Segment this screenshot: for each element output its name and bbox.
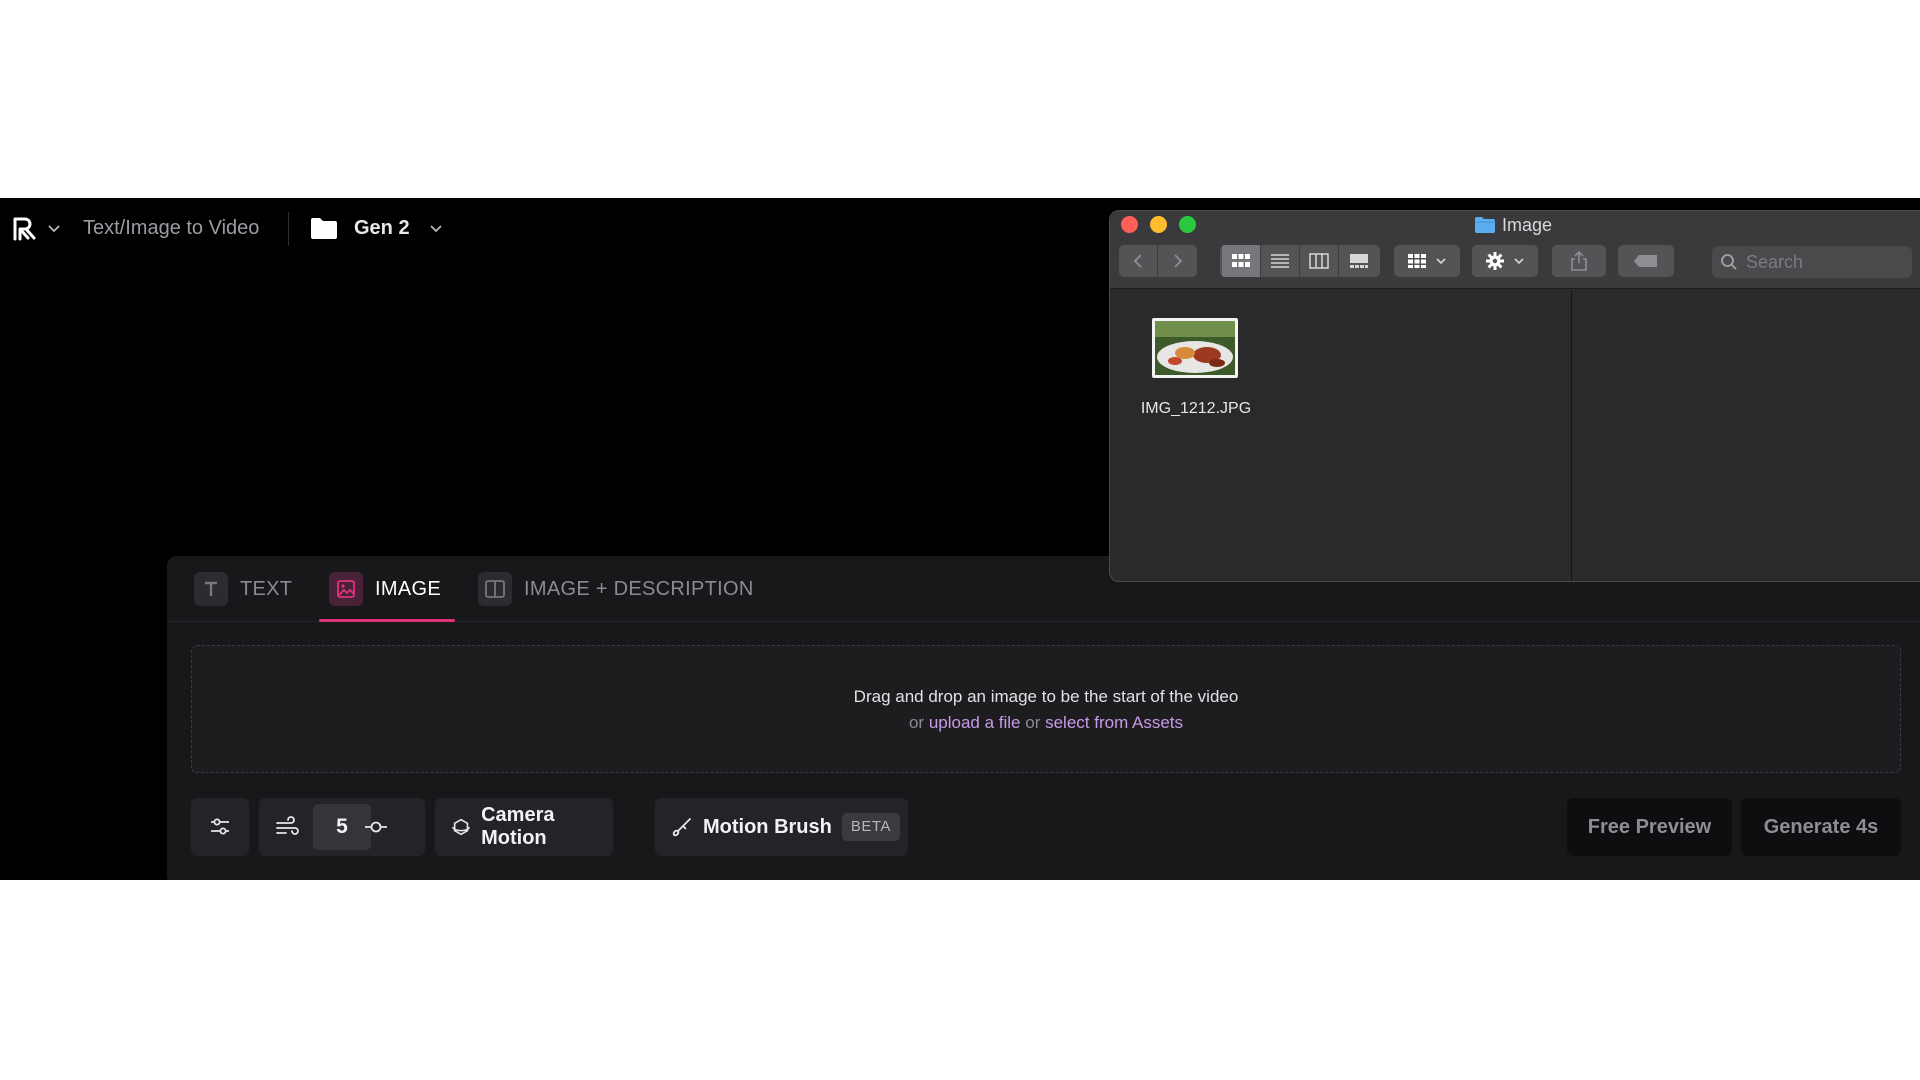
brush-icon: [672, 818, 691, 837]
runway-logo-icon[interactable]: [12, 216, 38, 242]
divider: [288, 212, 289, 246]
beta-badge: BETA: [841, 813, 900, 841]
finder-window[interactable]: Image Search IMG_1212.JPG: [1109, 210, 1920, 582]
nav-buttons: [1119, 245, 1197, 277]
folder-icon: [1475, 217, 1495, 233]
view-mode-segment: [1220, 245, 1380, 277]
grid-icon: [1408, 254, 1426, 268]
grid-icon: [1232, 254, 1250, 267]
tab-label: IMAGE: [375, 578, 441, 600]
columns-icon: [1309, 253, 1329, 269]
or-text: or: [908, 713, 925, 732]
tab-label: TEXT: [240, 578, 293, 600]
gallery-view-button[interactable]: [1339, 245, 1378, 277]
gallery-icon: [1349, 254, 1368, 268]
tab-label: IMAGE + DESCRIPTION: [524, 578, 754, 600]
tab-text[interactable]: TEXT: [194, 572, 292, 622]
list-icon: [1271, 254, 1289, 268]
upload-file-link[interactable]: upload a file: [929, 713, 1021, 732]
gear-icon: [1486, 252, 1504, 270]
zoom-window-button[interactable]: [1179, 216, 1196, 233]
generate-button[interactable]: Generate 4s: [1741, 798, 1901, 856]
file-thumbnail[interactable]: [1152, 318, 1238, 378]
text-icon: [194, 572, 228, 606]
action-menu-button[interactable]: [1472, 245, 1538, 277]
search-icon: [1721, 254, 1737, 270]
dropzone-secondary: or upload a file or select from Assets: [192, 710, 1900, 736]
close-window-button[interactable]: [1121, 216, 1138, 233]
split-layout-icon: [478, 572, 512, 606]
finder-content: IMG_1212.JPG: [1110, 290, 1920, 581]
finder-title: Image: [1474, 213, 1552, 237]
dropzone-instruction: Drag and drop an image to be the start o…: [853, 687, 1239, 706]
group-by-button[interactable]: [1394, 245, 1460, 277]
search-input[interactable]: [1746, 251, 1906, 273]
tab-image[interactable]: IMAGE: [319, 572, 455, 622]
forward-button[interactable]: [1158, 245, 1197, 277]
icon-view-button[interactable]: [1222, 245, 1261, 277]
tags-button[interactable]: [1618, 245, 1674, 277]
sliders-icon: [211, 818, 229, 835]
slider-adjust-icon[interactable]: [363, 816, 389, 838]
select-assets-link[interactable]: select from Assets: [1045, 713, 1183, 732]
free-preview-button[interactable]: Free Preview: [1567, 798, 1732, 856]
chevron-left-icon: [1133, 254, 1142, 268]
chevron-down-icon[interactable]: [428, 220, 444, 236]
motion-brush-button[interactable]: Motion Brush BETA: [655, 798, 908, 856]
chevron-down-icon: [1436, 258, 1446, 265]
button-label: Motion Brush: [703, 815, 832, 838]
share-button[interactable]: [1552, 245, 1606, 277]
chevron-right-icon: [1173, 254, 1182, 268]
tag-icon: [1634, 255, 1657, 267]
photo-thumbnail-image: [1155, 321, 1235, 375]
share-icon: [1571, 250, 1587, 271]
general-motion-control[interactable]: 5: [259, 798, 425, 856]
back-button[interactable]: [1119, 245, 1158, 277]
image-icon: [329, 572, 363, 606]
tab-image-description[interactable]: IMAGE + DESCRIPTION: [478, 572, 754, 622]
chevron-down-icon: [1514, 258, 1524, 265]
folder-icon: [311, 218, 337, 239]
project-name[interactable]: Gen 2: [354, 214, 410, 242]
finder-search[interactable]: [1712, 246, 1912, 278]
top-bar: Text/Image to Video Gen 2: [0, 198, 1100, 260]
chevron-down-icon[interactable]: [46, 220, 62, 236]
column-divider: [1571, 290, 1572, 581]
list-view-button[interactable]: [1261, 245, 1300, 277]
column-view-button[interactable]: [1300, 245, 1339, 277]
wind-icon: [276, 816, 299, 835]
breadcrumb[interactable]: Text/Image to Video: [83, 214, 259, 242]
minimize-window-button[interactable]: [1150, 216, 1167, 233]
app-canvas: Text/Image to Video Gen 2 TEXT IMAGE IMA…: [0, 198, 1920, 880]
image-dropzone[interactable]: Drag and drop an image to be the start o…: [191, 645, 1901, 773]
finder-title-label: Image: [1502, 215, 1553, 235]
camera-rotate-icon: [452, 818, 470, 836]
or-text: or: [1025, 713, 1041, 732]
button-label: Camera Motion: [481, 804, 555, 849]
settings-button[interactable]: [191, 798, 249, 856]
finder-toolbar: Image: [1110, 211, 1920, 289]
file-name[interactable]: IMG_1212.JPG: [1126, 400, 1266, 418]
camera-motion-button[interactable]: Camera Motion: [435, 798, 613, 856]
generation-panel: TEXT IMAGE IMAGE + DESCRIPTION Drag and …: [167, 556, 1920, 880]
